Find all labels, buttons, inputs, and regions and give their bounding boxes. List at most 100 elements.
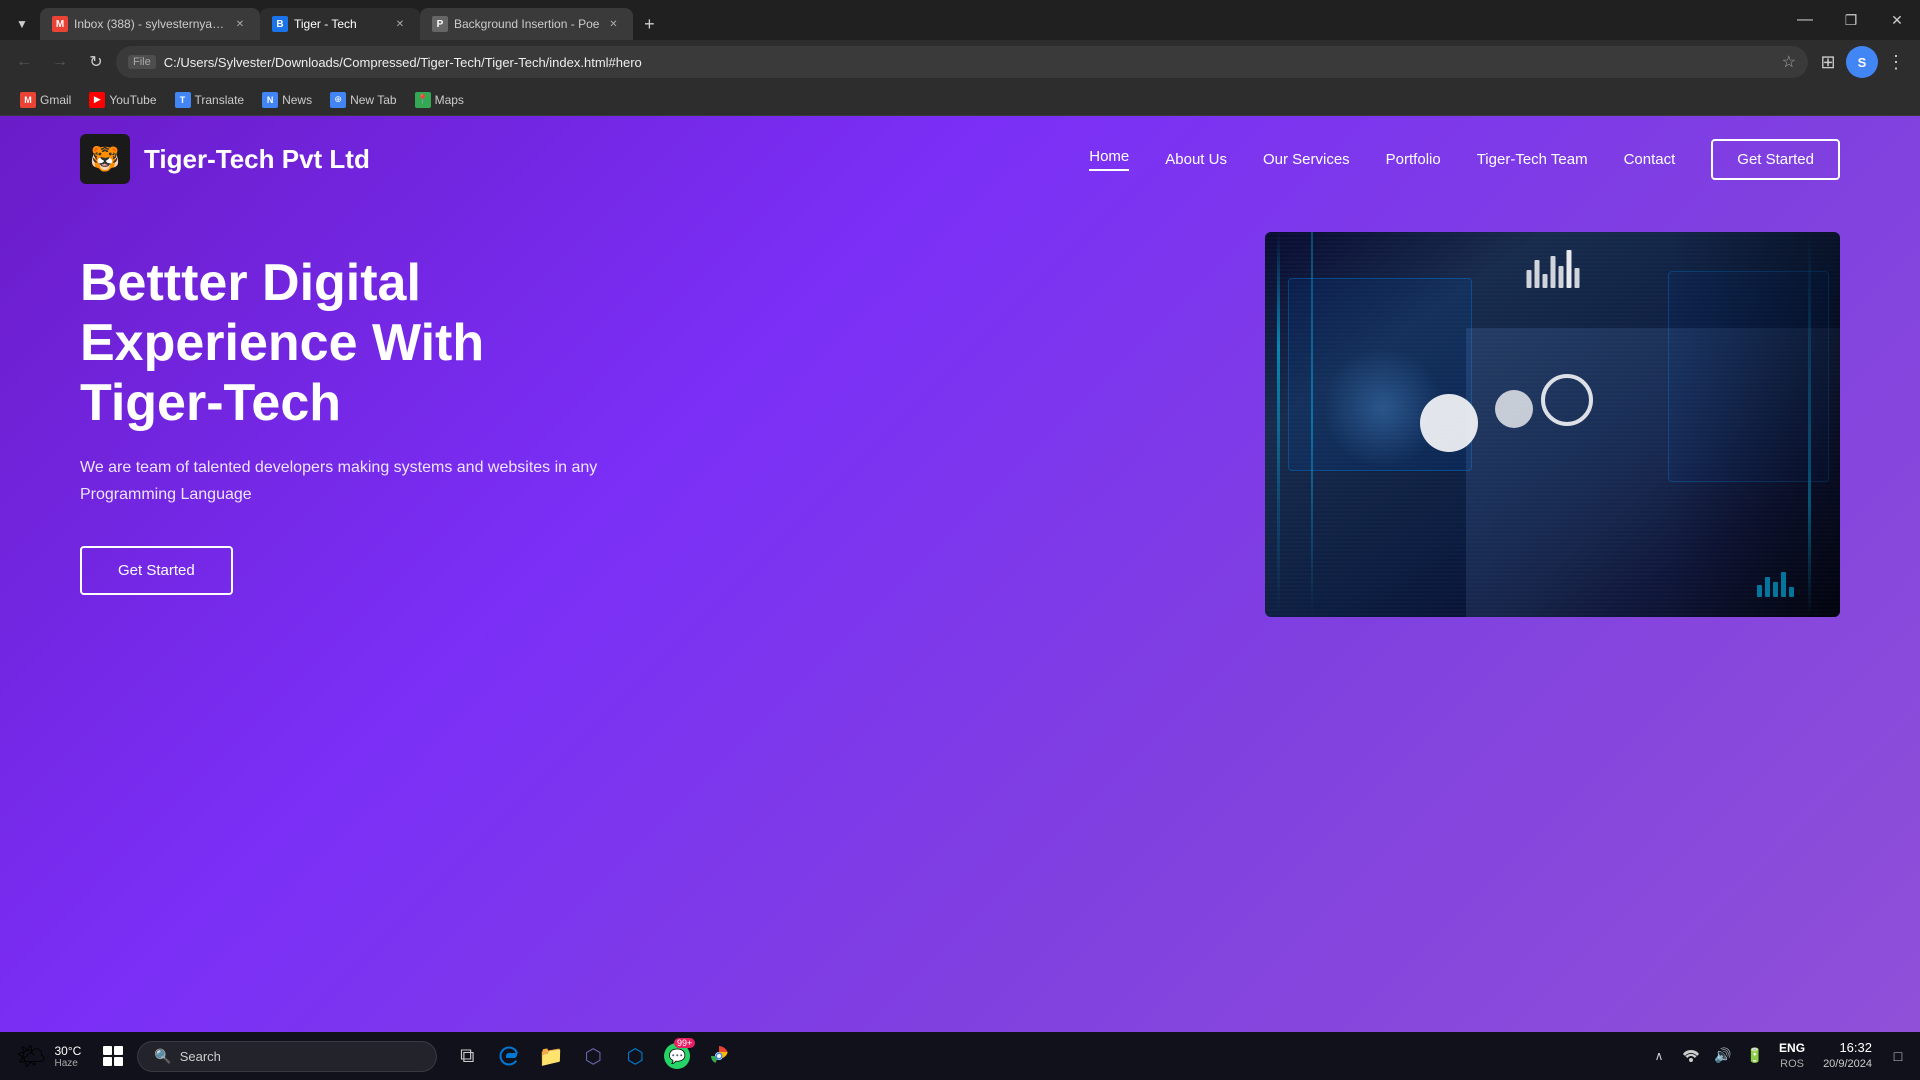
back-button[interactable]: ←	[8, 46, 40, 78]
nav-links: Home About Us Our Services Portfolio Tig…	[1089, 139, 1840, 180]
weather-description: Haze	[54, 1058, 81, 1069]
search-icon: 🔍	[154, 1048, 171, 1065]
browser-window: ▼ M Inbox (388) - sylvesternyamuru... ✕ …	[0, 0, 1920, 1080]
pinned-teams[interactable]: ⬡	[573, 1036, 613, 1076]
bookmark-maps-label: Maps	[435, 93, 464, 107]
nav-link-portfolio[interactable]: Portfolio	[1386, 151, 1441, 168]
tab-background-insertion[interactable]: P Background Insertion - Poe ✕	[420, 8, 633, 40]
taskbar: 🌤 30°C Haze 🔍 Search ⧉	[0, 1032, 1920, 1080]
bar-chart-bottom	[1757, 572, 1794, 597]
weather-temp: 30°C	[54, 1044, 81, 1058]
website-content: 🐯 Tiger-Tech Pvt Ltd Home About Us Our S…	[0, 116, 1920, 1032]
taskbar-search-bar[interactable]: 🔍 Search	[137, 1041, 437, 1072]
bookmark-youtube-label: YouTube	[109, 93, 156, 107]
minimize-button[interactable]: —	[1782, 0, 1828, 40]
tab-background-insertion-close[interactable]: ✕	[605, 16, 621, 32]
language-indicator[interactable]: ENG ROS	[1773, 1041, 1811, 1071]
network-icon[interactable]	[1677, 1042, 1705, 1070]
tab-tiger-tech-label: Tiger - Tech	[294, 17, 386, 31]
tab-tiger-tech-close[interactable]: ✕	[392, 16, 408, 32]
hero-title: Bettter Digital Experience With Tiger-Te…	[80, 254, 620, 433]
vscode-icon: ⬡	[627, 1044, 644, 1069]
task-view-icon: ⧉	[460, 1045, 474, 1068]
extension-icon-1[interactable]: ⊞	[1812, 46, 1844, 78]
profile-icon[interactable]: S	[1846, 46, 1878, 78]
pinned-chrome[interactable]	[699, 1036, 739, 1076]
chart-visualization	[1526, 250, 1579, 288]
clock-time: 16:32	[1823, 1039, 1872, 1057]
language-region: ROS	[1779, 1057, 1805, 1071]
pinned-task-view[interactable]: ⧉	[447, 1036, 487, 1076]
bookmark-maps[interactable]: 📍 Maps	[407, 88, 472, 112]
pinned-explorer[interactable]: 📁	[531, 1036, 571, 1076]
nav-link-home[interactable]: Home	[1089, 148, 1129, 171]
language-code: ENG	[1779, 1041, 1805, 1057]
pinned-apps: ⧉ 📁 ⬡ ⬡ 💬 99+	[447, 1036, 739, 1076]
address-bar[interactable]: File C:/Users/Sylvester/Downloads/Compre…	[116, 46, 1808, 78]
tab-background-insertion-label: Background Insertion - Poe	[454, 17, 599, 31]
nav-link-about[interactable]: About Us	[1165, 151, 1227, 168]
start-button[interactable]	[91, 1034, 135, 1078]
bookmark-gmail[interactable]: M Gmail	[12, 88, 79, 112]
forward-button[interactable]: →	[44, 46, 76, 78]
tab-gmail-label: Inbox (388) - sylvesternyamuru...	[74, 17, 226, 31]
explorer-icon: 📁	[539, 1044, 564, 1069]
weather-widget[interactable]: 🌤 30°C Haze	[8, 1042, 89, 1071]
bookmark-translate-label: Translate	[195, 93, 245, 107]
refresh-button[interactable]: ↻	[80, 46, 112, 78]
tab-dropdown-button[interactable]: ▼	[8, 10, 36, 38]
close-button[interactable]: ✕	[1874, 0, 1920, 40]
bookmark-new-tab-label: New Tab	[350, 93, 396, 107]
pinned-vscode[interactable]: ⬡	[615, 1036, 655, 1076]
bubble-solid-small	[1495, 390, 1533, 428]
pinned-edge[interactable]	[489, 1036, 529, 1076]
nav-link-team[interactable]: Tiger-Tech Team	[1477, 151, 1588, 168]
tab-tiger-tech[interactable]: B Tiger - Tech ✕	[260, 8, 420, 40]
toolbar-extensions: ⊞ S ⋮	[1812, 46, 1912, 78]
address-url: C:/Users/Sylvester/Downloads/Compressed/…	[164, 55, 1774, 70]
badge-count: 99+	[674, 1038, 695, 1048]
tab-gmail-close[interactable]: ✕	[232, 16, 248, 32]
battery-icon[interactable]: 🔋	[1741, 1042, 1769, 1070]
maximize-button[interactable]: ❐	[1828, 0, 1874, 40]
logo-icon-box: 🐯	[80, 134, 130, 184]
chrome-icon	[707, 1044, 731, 1068]
data-column-1	[1277, 232, 1280, 617]
nav-link-contact[interactable]: Contact	[1624, 151, 1676, 168]
search-placeholder-text: Search	[180, 1049, 221, 1064]
new-tab-button[interactable]: +	[633, 10, 665, 38]
clock-date: 20/9/2024	[1823, 1057, 1872, 1072]
system-tray: ∧ 🔊 🔋 ENG ROS 16:32 20/9/2024 □	[1645, 1039, 1912, 1073]
weather-info: 30°C Haze	[54, 1044, 81, 1069]
edge-icon	[498, 1045, 520, 1067]
bookmark-news[interactable]: N News	[254, 88, 320, 112]
bookmark-gmail-label: Gmail	[40, 93, 71, 107]
site-logo: 🐯 Tiger-Tech Pvt Ltd	[80, 134, 370, 184]
hero-section: Bettter Digital Experience With Tiger-Te…	[0, 202, 1920, 657]
notification-button[interactable]: □	[1884, 1042, 1912, 1070]
address-star-icon[interactable]: ☆	[1782, 52, 1796, 72]
teams-icon: ⬡	[585, 1044, 602, 1069]
navbar-cta-button[interactable]: Get Started	[1711, 139, 1840, 180]
bookmark-youtube[interactable]: ▶ YouTube	[81, 88, 164, 112]
more-menu-button[interactable]: ⋮	[1880, 46, 1912, 78]
hero-image	[700, 232, 1840, 617]
clock[interactable]: 16:32 20/9/2024	[1815, 1039, 1880, 1073]
logo-text: Tiger-Tech Pvt Ltd	[144, 144, 370, 175]
title-bar: ▼ M Inbox (388) - sylvesternyamuru... ✕ …	[0, 0, 1920, 40]
bookmarks-bar: M Gmail ▶ YouTube T Translate N News ⊕ N…	[0, 84, 1920, 116]
start-icon	[103, 1046, 123, 1066]
weather-icon: 🌤	[16, 1042, 46, 1071]
system-tray-chevron[interactable]: ∧	[1645, 1042, 1673, 1070]
hero-image-box	[1265, 232, 1840, 617]
address-protocol: File	[128, 55, 156, 69]
volume-icon[interactable]: 🔊	[1709, 1042, 1737, 1070]
hero-cta-button[interactable]: Get Started	[80, 546, 233, 595]
bookmark-new-tab[interactable]: ⊕ New Tab	[322, 88, 404, 112]
bookmark-translate[interactable]: T Translate	[167, 88, 253, 112]
tab-gmail[interactable]: M Inbox (388) - sylvesternyamuru... ✕	[40, 8, 260, 40]
bookmark-news-label: News	[282, 93, 312, 107]
depth-overlay	[1668, 232, 1841, 617]
pinned-badge-app[interactable]: 💬 99+	[657, 1036, 697, 1076]
nav-link-services[interactable]: Our Services	[1263, 151, 1350, 168]
